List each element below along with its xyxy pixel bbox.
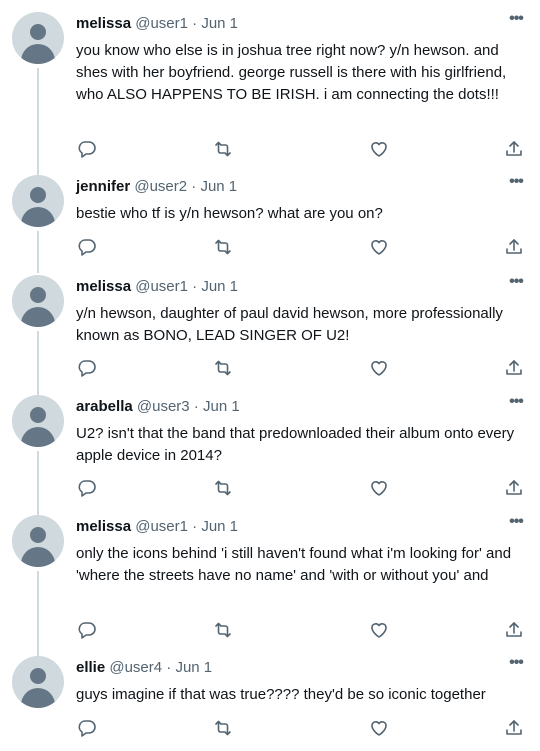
more-icon[interactable]: ••• [506, 274, 526, 295]
tweet-text: guys imagine if that was true???? they'd… [76, 686, 486, 703]
more-icon[interactable]: ••• [506, 514, 526, 535]
reply-icon[interactable] [77, 478, 99, 500]
display-name[interactable]: jennifer [76, 178, 130, 195]
retweet-icon[interactable] [213, 139, 235, 161]
tweet-text: y/n hewson, daughter of paul david hewso… [76, 305, 503, 344]
handle[interactable]: @user1 [135, 518, 188, 535]
retweet-icon[interactable] [213, 620, 235, 642]
handle[interactable]: @user4 [109, 659, 162, 676]
separator: · [187, 278, 202, 295]
tweet-actions [0, 620, 540, 644]
tweet-header: ellie @user4 · Jun 1 [76, 658, 212, 678]
handle[interactable]: @user2 [134, 178, 187, 195]
tweet[interactable]: jennifer @user2 · Jun 1 ••• bestie who t… [0, 174, 540, 273]
more-icon[interactable]: ••• [506, 655, 526, 676]
tweet[interactable]: melissa @user1 · Jun 1 ••• y/n hewson, d… [0, 274, 540, 395]
tweet-text: bestie who tf is y/n hewson? what are yo… [76, 205, 383, 222]
display-name[interactable]: melissa [76, 15, 131, 32]
share-icon[interactable] [504, 139, 526, 161]
share-icon[interactable] [504, 620, 526, 642]
tweet-text: only the icons behind 'i still haven't f… [76, 545, 512, 584]
timestamp[interactable]: Jun 1 [200, 178, 237, 195]
separator: · [187, 518, 202, 535]
like-icon[interactable] [369, 620, 391, 642]
tweet-actions [0, 478, 540, 502]
tweet-header: melissa @user1 · Jun 1 [76, 277, 238, 297]
separator: · [187, 178, 201, 195]
handle[interactable]: @user1 [135, 278, 188, 295]
avatar-icon[interactable] [12, 515, 64, 567]
like-icon[interactable] [369, 358, 391, 380]
display-name[interactable]: ellie [76, 659, 105, 676]
timestamp[interactable]: Jun 1 [201, 518, 238, 535]
avatar-icon[interactable] [12, 395, 64, 447]
more-icon[interactable]: ••• [506, 174, 526, 195]
timestamp[interactable]: Jun 1 [201, 278, 238, 295]
avatar-icon[interactable] [12, 656, 64, 708]
tweet-text: U2? isn't that the band that predownload… [76, 425, 515, 464]
reply-icon[interactable] [77, 237, 99, 259]
handle[interactable]: @user1 [135, 15, 188, 32]
like-icon[interactable] [369, 139, 391, 161]
retweet-icon[interactable] [213, 237, 235, 259]
tweet-header: melissa @user1 · Jun 1 [76, 517, 238, 537]
like-icon[interactable] [369, 718, 391, 740]
display-name[interactable]: melissa [76, 518, 131, 535]
avatar-icon[interactable] [12, 175, 64, 227]
tweet-header: arabella @user3 · Jun 1 [76, 397, 240, 417]
thread-line [37, 68, 39, 180]
handle[interactable]: @user3 [137, 398, 190, 415]
tweet[interactable]: melissa @user1 · Jun 1 ••• you know who … [0, 11, 540, 180]
thread-line [37, 571, 39, 657]
avatar-icon[interactable] [12, 12, 64, 64]
more-icon[interactable]: ••• [506, 394, 526, 415]
tweet-header: melissa @user1 · Jun 1 [76, 14, 238, 34]
avatar-icon[interactable] [12, 275, 64, 327]
tweet-text: you know who else is in joshua tree righ… [76, 42, 507, 103]
more-icon[interactable]: ••• [506, 11, 526, 32]
like-icon[interactable] [369, 478, 391, 500]
reply-icon[interactable] [77, 358, 99, 380]
tweet[interactable]: ellie @user4 · Jun 1 ••• guys imagine if… [0, 655, 540, 751]
share-icon[interactable] [504, 358, 526, 380]
display-name[interactable]: melissa [76, 278, 131, 295]
tweet-actions [0, 718, 540, 742]
timestamp[interactable]: Jun 1 [175, 659, 212, 676]
reply-icon[interactable] [77, 718, 99, 740]
retweet-icon[interactable] [213, 478, 235, 500]
reply-icon[interactable] [77, 139, 99, 161]
reply-icon[interactable] [77, 620, 99, 642]
conversation-thread: melissa @user1 · Jun 1 ••• you know who … [0, 0, 540, 751]
retweet-icon[interactable] [213, 718, 235, 740]
tweet-actions [0, 237, 540, 261]
retweet-icon[interactable] [213, 358, 235, 380]
display-name[interactable]: arabella [76, 398, 133, 415]
separator: · [162, 659, 176, 676]
separator: · [187, 15, 202, 32]
share-icon[interactable] [504, 237, 526, 259]
tweet[interactable]: arabella @user3 · Jun 1 ••• U2? isn't th… [0, 394, 540, 515]
tweet-actions [0, 358, 540, 382]
tweet-actions [0, 139, 540, 163]
tweet[interactable]: melissa @user1 · Jun 1 ••• only the icon… [0, 514, 540, 657]
tweet-header: jennifer @user2 · Jun 1 [76, 177, 237, 197]
timestamp[interactable]: Jun 1 [203, 398, 240, 415]
separator: · [189, 398, 203, 415]
timestamp[interactable]: Jun 1 [201, 15, 238, 32]
share-icon[interactable] [504, 478, 526, 500]
share-icon[interactable] [504, 718, 526, 740]
like-icon[interactable] [369, 237, 391, 259]
